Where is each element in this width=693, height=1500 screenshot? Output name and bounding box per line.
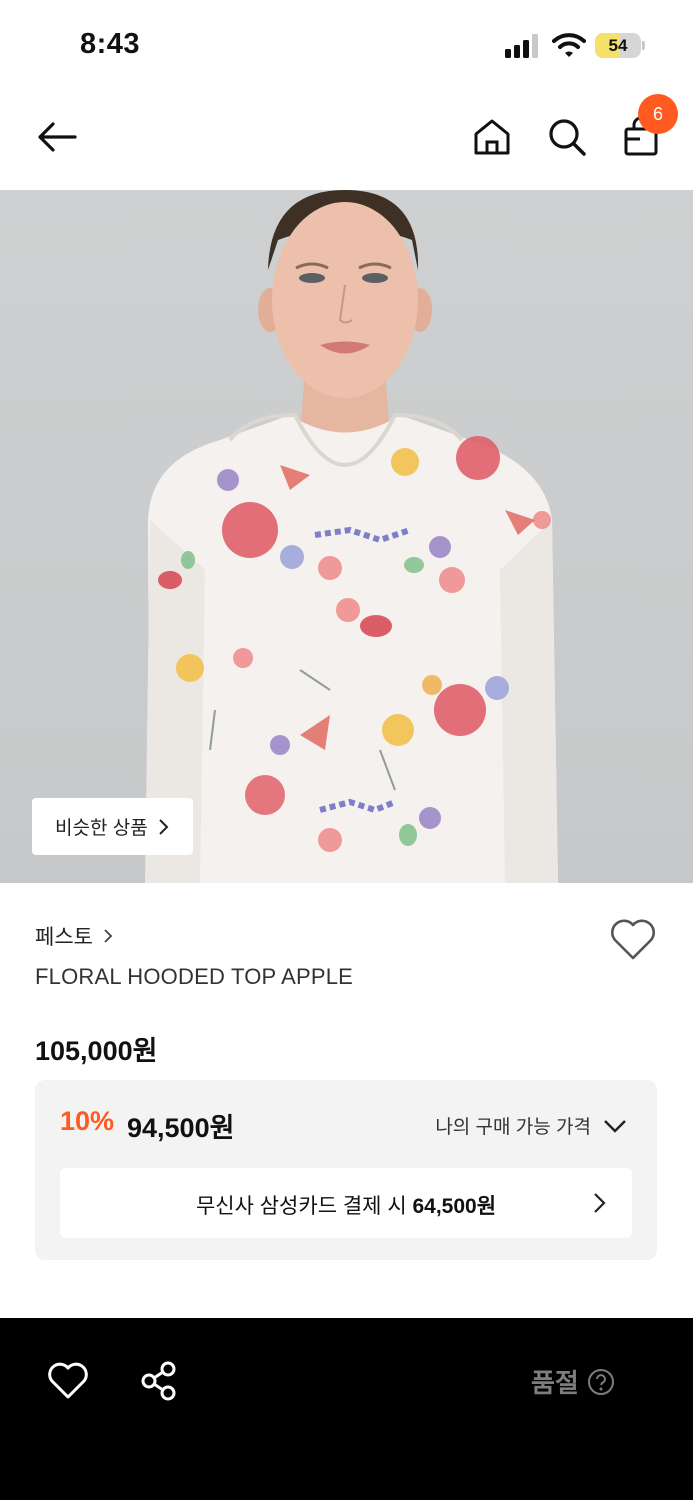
heart-icon[interactable] — [47, 1361, 89, 1401]
battery-level: 54 — [608, 36, 628, 55]
cart-count-badge: 6 — [638, 94, 678, 134]
status-bar: 8:43 54 — [0, 0, 693, 90]
similar-products-label: 비슷한 상품 — [55, 818, 148, 839]
chevron-right-icon — [594, 1193, 606, 1213]
brand-link[interactable]: 페스토 — [35, 921, 114, 951]
chevron-right-icon — [158, 818, 169, 835]
original-price: 105,000원 — [35, 1036, 158, 1066]
similar-products-button[interactable]: 비슷한 상품 — [32, 798, 193, 855]
cellular-signal-icon — [505, 34, 538, 58]
product-name: FLORAL HOODED TOP APPLE — [35, 964, 354, 989]
soldout-status: 품절 — [531, 1363, 615, 1400]
discount-rate: 10% — [60, 1106, 115, 1136]
product-photo — [145, 190, 558, 883]
question-circle-icon[interactable] — [587, 1368, 615, 1396]
product-image[interactable]: 비슷한 상품 — [0, 190, 693, 883]
chevron-right-icon — [104, 929, 113, 943]
share-icon[interactable] — [138, 1360, 180, 1402]
top-nav: 6 — [0, 90, 693, 190]
soldout-label: 품절 — [531, 1368, 579, 1398]
heart-icon[interactable] — [608, 916, 658, 962]
chevron-down-icon — [604, 1119, 626, 1133]
home-icon[interactable] — [470, 115, 514, 159]
sale-price: 94,500원 — [127, 1113, 235, 1143]
my-price-toggle[interactable]: 나의 구매 가능 가격 — [435, 1112, 627, 1139]
card-offer-button[interactable]: 무신사 삼성카드 결제 시 64,500원 — [60, 1168, 632, 1238]
card-offer-price: 64,500원 — [412, 1195, 497, 1218]
brand-name: 페스토 — [35, 926, 93, 949]
my-price-label: 나의 구매 가능 가격 — [435, 1117, 591, 1138]
wifi-icon — [552, 33, 586, 57]
status-time: 8:43 — [80, 28, 141, 60]
back-arrow-icon[interactable] — [35, 115, 79, 159]
bottom-action-bar: 품절 — [0, 1318, 693, 1500]
price-box: 10% 94,500원 나의 구매 가능 가격 무신사 삼성카드 결제 시 64… — [35, 1080, 657, 1260]
battery-indicator: 54 — [595, 33, 645, 58]
search-icon[interactable] — [545, 115, 589, 159]
card-offer-text: 무신사 삼성카드 결제 시 64,500원 — [60, 1190, 632, 1220]
card-offer-prefix: 무신사 삼성카드 결제 시 — [195, 1195, 407, 1218]
